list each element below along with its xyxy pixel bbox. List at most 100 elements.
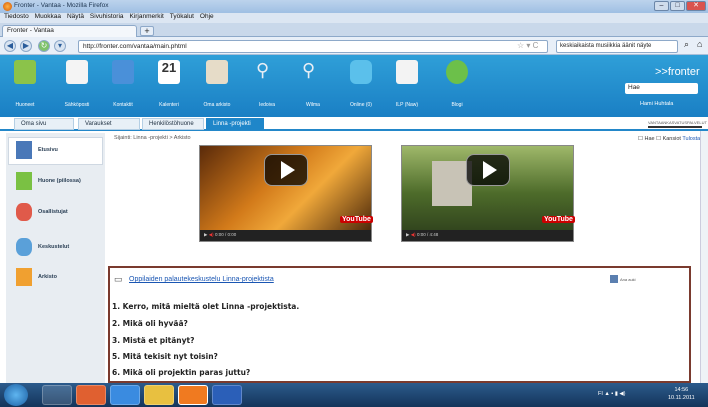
menu-bar: Tiedosto Muokkaa Näytä Sivuhistoria Kirj…: [0, 13, 708, 23]
discussions-icon: [16, 238, 32, 256]
nav-label-wilma[interactable]: Wilma: [288, 102, 338, 108]
new-tab-button[interactable]: +: [140, 26, 154, 36]
start-button[interactable]: [4, 384, 28, 406]
minimize-button[interactable]: –: [654, 1, 669, 11]
video-player-1[interactable]: YouTube ▶ ◀) 0:00 / 0:00: [199, 145, 373, 242]
youtube-logo: YouTube: [542, 216, 575, 223]
video-controls[interactable]: ▶ ◀) 0:00 / 0:00: [200, 230, 371, 241]
address-bar[interactable]: http://fronter.com/vantaa/main.phtml: [78, 40, 548, 53]
play-button[interactable]: [466, 154, 510, 186]
tab-varaukset[interactable]: Varaukset: [78, 118, 140, 130]
room-icon: [16, 172, 32, 190]
youtube-logo: YouTube: [340, 216, 373, 223]
question-1: 1. Kerro, mitä mieltä olet Linna -projek…: [112, 302, 300, 311]
link-icon[interactable]: ⚲: [256, 60, 278, 84]
hae-checkbox[interactable]: ☐: [638, 136, 643, 142]
tab-henkilostohuone[interactable]: Henkilöstöhuone: [142, 118, 204, 130]
forward-button[interactable]: ▶: [20, 40, 32, 52]
nav-label-mail[interactable]: Sähköposti: [52, 102, 102, 108]
browser-tab[interactable]: Fronter - Vantaa: [2, 25, 137, 37]
view-options: ☐ Hae ☐ Kansiot Tulosta: [638, 136, 700, 142]
tab-oma-sivu[interactable]: Oma sivu: [14, 118, 74, 130]
nav-label-online[interactable]: Online (0): [336, 102, 386, 108]
menu-help[interactable]: Ohje: [200, 13, 214, 20]
ilp-icon[interactable]: [396, 60, 418, 84]
back-button[interactable]: ◀: [4, 40, 16, 52]
chat-icon[interactable]: [350, 60, 372, 84]
sidebar-item-etusivu[interactable]: Etusivu: [38, 147, 118, 153]
close-button[interactable]: ✕: [686, 1, 706, 11]
print-link[interactable]: Tulosta: [682, 136, 700, 142]
sidebar: [6, 133, 105, 383]
sidebar-item-huone[interactable]: Huone (piilossa): [38, 178, 118, 184]
system-tray[interactable]: FI ▲ ▪ ▮ ◀): [598, 391, 625, 397]
home-icon[interactable]: ⌂: [697, 39, 702, 49]
vantaa-logo: VANTAANKASVATUSPALVELUT: [648, 120, 707, 128]
mail-icon[interactable]: [66, 60, 88, 84]
question-5: 5. Mitä tekisit nyt toisin?: [112, 352, 218, 361]
nav-label-archive[interactable]: Oma arkisto: [192, 102, 242, 108]
home-page-icon: [16, 141, 32, 159]
explorer-icon[interactable]: [42, 385, 72, 405]
discussion-title[interactable]: Oppilaiden palautekeskustelu Linna-proje…: [129, 276, 274, 283]
menu-edit[interactable]: Muokkaa: [35, 13, 61, 20]
media-player-icon[interactable]: [76, 385, 106, 405]
sidebar-item-keskustelut[interactable]: Keskustelut: [38, 244, 118, 250]
calendar-icon[interactable]: 21: [158, 60, 180, 84]
video-controls[interactable]: ▶ ◀) 0:00 / 4:48: [402, 230, 573, 241]
header-search-input[interactable]: Hae: [625, 83, 698, 94]
question-6: 6. Mikä oli projektin paras juttu?: [112, 368, 251, 377]
video-player-2[interactable]: YouTube ▶ ◀) 0:00 / 4:48: [401, 145, 575, 242]
video-time: 0:00 / 0:00: [214, 232, 237, 237]
browser-search-input[interactable]: keskiaikaista musiikkia äänit näyte: [556, 40, 678, 53]
kansiot-checkbox[interactable]: ☐: [656, 136, 661, 142]
search-icon[interactable]: ⌕: [684, 39, 689, 50]
sidebar-item-arkisto[interactable]: Arkisto: [38, 274, 118, 280]
menu-view[interactable]: Näytä: [67, 13, 84, 20]
clock-date: 10.11.2011: [668, 395, 695, 401]
word-icon[interactable]: [212, 385, 242, 405]
sidebar-item-osallistujat[interactable]: Osallistujat: [38, 209, 118, 215]
firefox-taskbar-icon[interactable]: [178, 385, 208, 405]
nav-label-contacts[interactable]: Kontaktit: [98, 102, 148, 108]
folder-taskbar-icon[interactable]: [144, 385, 174, 405]
folder-icon: [16, 268, 32, 286]
nav-label-rooms[interactable]: Huoneet: [0, 102, 50, 108]
menu-file[interactable]: Tiedosto: [4, 13, 29, 20]
title-bar: Fronter - Vantaa - Mozilla Firefox – □ ✕: [0, 0, 708, 13]
breadcrumb: Sijainti: Linna -projekti > Arkisto: [114, 135, 191, 141]
fronter-logo: >>fronter: [655, 66, 700, 78]
nav-label-ilp[interactable]: ILP (Naw): [382, 102, 432, 108]
question-2: 2. Mikä oli hyvää?: [112, 319, 188, 328]
nav-label-link[interactable]: Iedoiva: [242, 102, 292, 108]
history-icon[interactable]: ▾: [54, 40, 66, 52]
tab-linna-projekti[interactable]: Linna -projekti: [206, 118, 264, 130]
hae-label: Hae: [644, 136, 655, 142]
nav-label-blog[interactable]: Blogi: [432, 102, 482, 108]
reload-icon[interactable]: ↻: [38, 40, 50, 52]
bookmark-star-icon[interactable]: ☆ ▾ C: [517, 41, 538, 50]
menu-bookmarks[interactable]: Kirjanmerkit: [129, 13, 163, 20]
maximize-button[interactable]: □: [670, 1, 685, 11]
scrollbar[interactable]: [700, 131, 708, 383]
participants-icon: [16, 203, 32, 221]
clock[interactable]: 14:56 10.11.2011: [668, 386, 695, 402]
contacts-icon[interactable]: [112, 60, 134, 84]
video-time: 0:00 / 4:48: [416, 232, 439, 237]
rooms-icon[interactable]: [14, 60, 36, 84]
ie-icon[interactable]: [110, 385, 140, 405]
menu-tools[interactable]: Työkalut: [170, 13, 194, 20]
kansiot-label: Kansiot: [662, 136, 681, 142]
discussion-icon: ▭: [114, 274, 123, 284]
discussion-panel: [108, 266, 691, 383]
menu-history[interactable]: Sivuhistoria: [90, 13, 124, 20]
link2-icon[interactable]: ⚲: [302, 60, 324, 84]
question-3: 3. Mistä et pitänyt?: [112, 336, 195, 345]
user-menu[interactable]: Hami Huhtala: [640, 101, 673, 107]
play-button[interactable]: [264, 154, 308, 186]
nav-label-calendar[interactable]: Kalenteri: [144, 102, 194, 108]
archive-icon[interactable]: [206, 60, 228, 84]
blog-icon[interactable]: [446, 60, 468, 84]
open-link[interactable]: Ana auki: [620, 277, 636, 282]
open-icon[interactable]: [610, 275, 618, 283]
